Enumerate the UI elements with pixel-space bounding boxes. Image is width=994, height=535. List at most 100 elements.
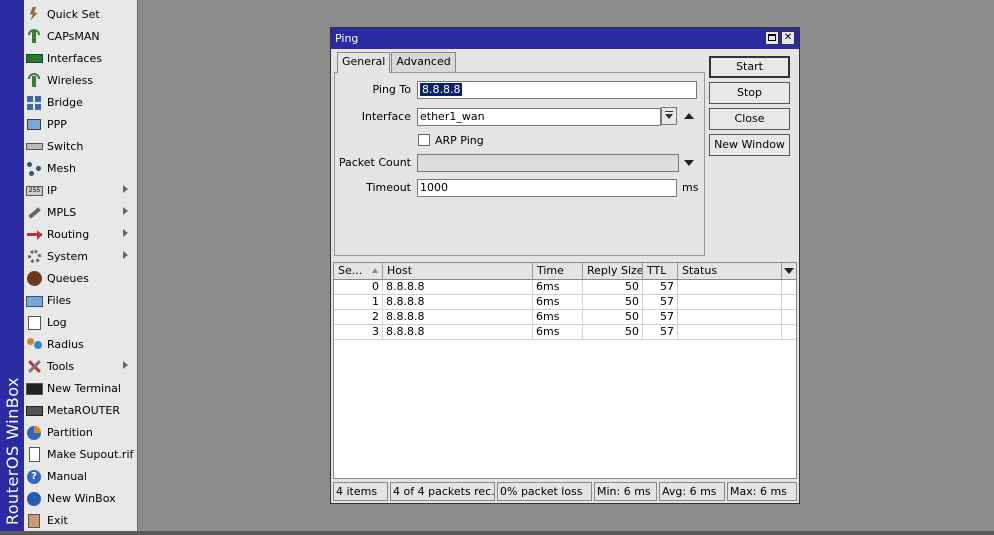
column-header-ttl[interactable]: TTL [643, 263, 678, 279]
metarouter-icon [26, 403, 43, 418]
sidebar-item-label: MPLS [47, 205, 77, 219]
sidebar-item-label: Tools [47, 359, 75, 373]
capsman-icon [26, 28, 43, 44]
cell-host: 8.8.8.8 [383, 325, 533, 340]
arp-ping-checkbox[interactable] [418, 134, 430, 146]
sidebar-item-switch[interactable]: Switch [24, 135, 137, 157]
timeout-field[interactable]: 1000 [417, 178, 677, 197]
sidebar-item-manual[interactable]: ? Manual [24, 465, 137, 487]
sidebar-item-make-supout-rif[interactable]: Make Supout.rif [24, 443, 137, 465]
ip-icon: 255 [26, 183, 43, 198]
sidebar-item-exit[interactable]: Exit [24, 509, 137, 531]
packet-count-label: Packet Count [338, 156, 411, 169]
cell-host: 8.8.8.8 [383, 310, 533, 325]
sidebar-item-radius[interactable]: Radius [24, 333, 137, 355]
sidebar-item-label: MetaROUTER [47, 403, 120, 417]
interface-collapse-icon[interactable] [684, 113, 694, 119]
packet-count-expand-icon[interactable] [684, 160, 694, 166]
cell-time: 6ms [533, 295, 583, 310]
ping-window: Ping ✕ General Advanced Ping To 8.8.8.8 … [330, 27, 800, 504]
sort-ascending-icon [372, 268, 378, 273]
sidebar-item-mpls[interactable]: MPLS [24, 201, 137, 223]
sidebar-item-wireless[interactable]: Wireless [24, 69, 137, 91]
sidebar-item-label: Routing [47, 227, 90, 241]
sidebar-item-bridge[interactable]: Bridge [24, 91, 137, 113]
ping-to-field[interactable]: 8.8.8.8 [417, 80, 697, 99]
queues-icon [26, 270, 43, 286]
column-header-time[interactable]: Time [533, 263, 583, 279]
start-button[interactable]: Start [709, 56, 790, 78]
quick-set-icon [26, 6, 43, 22]
routing-icon [26, 227, 43, 242]
close-button[interactable]: Close [709, 108, 790, 130]
sidebar-item-new-terminal[interactable]: New Terminal [24, 377, 137, 399]
document-icon [26, 446, 43, 462]
sidebar-item-routing[interactable]: Routing [24, 223, 137, 245]
cell-seq: 3 [334, 325, 383, 340]
ping-to-row: Ping To 8.8.8.8 [335, 80, 704, 99]
cell-host: 8.8.8.8 [383, 295, 533, 310]
sidebar-item-queues[interactable]: Queues [24, 267, 137, 289]
sidebar: RouterOS WinBox Quick Set CAPsMAN Interfac… [0, 0, 138, 531]
cell-size: 50 [583, 310, 643, 325]
sidebar-item-quick-set[interactable]: Quick Set [24, 3, 137, 25]
packet-count-field[interactable] [417, 153, 679, 172]
interface-select[interactable]: ether1_wan [417, 107, 661, 126]
bottom-border [0, 531, 994, 535]
tab-general[interactable]: General [337, 52, 391, 73]
sidebar-item-label: Quick Set [47, 7, 100, 21]
column-header-host[interactable]: Host [383, 263, 533, 279]
sidebar-item-partition[interactable]: Partition [24, 421, 137, 443]
folder-icon [26, 293, 43, 308]
cell-ttl: 57 [643, 325, 678, 340]
sidebar-item-label: Partition [47, 425, 93, 439]
column-header-status[interactable]: Status [678, 263, 782, 279]
column-header-reply-size[interactable]: Reply Size [583, 263, 643, 279]
sidebar-item-files[interactable]: Files [24, 289, 137, 311]
table-row[interactable]: 0 8.8.8.8 6ms 50 57 [334, 280, 796, 295]
mpls-icon [26, 205, 43, 220]
column-header-seq[interactable]: Se... [334, 263, 383, 279]
stop-button[interactable]: Stop [709, 82, 790, 104]
interface-dropdown-button[interactable] [661, 107, 677, 125]
switch-icon [26, 139, 43, 154]
sidebar-item-interfaces[interactable]: Interfaces [24, 47, 137, 69]
sidebar-item-label: IP [47, 183, 57, 197]
sidebar-item-label: CAPsMAN [47, 29, 100, 43]
close-window-button[interactable]: ✕ [781, 31, 795, 45]
column-menu-button[interactable] [782, 263, 796, 279]
sidebar-item-ip[interactable]: 255 IP [24, 179, 137, 201]
ping-to-label: Ping To [372, 83, 411, 96]
timeout-row: Timeout 1000 ms [335, 178, 704, 197]
sidebar-item-system[interactable]: System [24, 245, 137, 267]
sidebar-item-mesh[interactable]: Mesh [24, 157, 137, 179]
maximize-button[interactable] [765, 31, 779, 45]
status-packets: 4 of 4 packets rec... [390, 482, 495, 501]
window-titlebar[interactable]: Ping ✕ [331, 28, 799, 49]
mesh-icon [26, 161, 43, 176]
brand-label: RouterOS WinBox [3, 376, 22, 525]
sidebar-item-label: Log [47, 315, 67, 329]
table-row[interactable]: 3 8.8.8.8 6ms 50 57 [334, 325, 796, 340]
winbox-globe-icon [26, 491, 43, 506]
submenu-arrow-icon [123, 185, 128, 193]
log-icon [26, 315, 43, 330]
window-title: Ping [335, 32, 359, 45]
sidebar-item-tools[interactable]: Tools [24, 355, 137, 377]
partition-icon [26, 425, 43, 440]
column-label: Se... [338, 264, 363, 277]
sidebar-item-log[interactable]: Log [24, 311, 137, 333]
sidebar-item-capsman[interactable]: CAPsMAN [24, 25, 137, 47]
cell-status [678, 280, 782, 295]
sidebar-item-metarouter[interactable]: MetaROUTER [24, 399, 137, 421]
sidebar-item-ppp[interactable]: PPP [24, 113, 137, 135]
status-max: Max: 6 ms [727, 482, 797, 501]
table-row[interactable]: 1 8.8.8.8 6ms 50 57 [334, 295, 796, 310]
maximize-icon [768, 34, 776, 41]
new-window-button[interactable]: New Window [709, 134, 790, 156]
interfaces-icon [26, 51, 43, 66]
sidebar-item-new-winbox[interactable]: New WinBox [24, 487, 137, 509]
table-row[interactable]: 2 8.8.8.8 6ms 50 57 [334, 310, 796, 325]
timeout-label: Timeout [366, 181, 411, 194]
tab-advanced[interactable]: Advanced [391, 52, 456, 72]
